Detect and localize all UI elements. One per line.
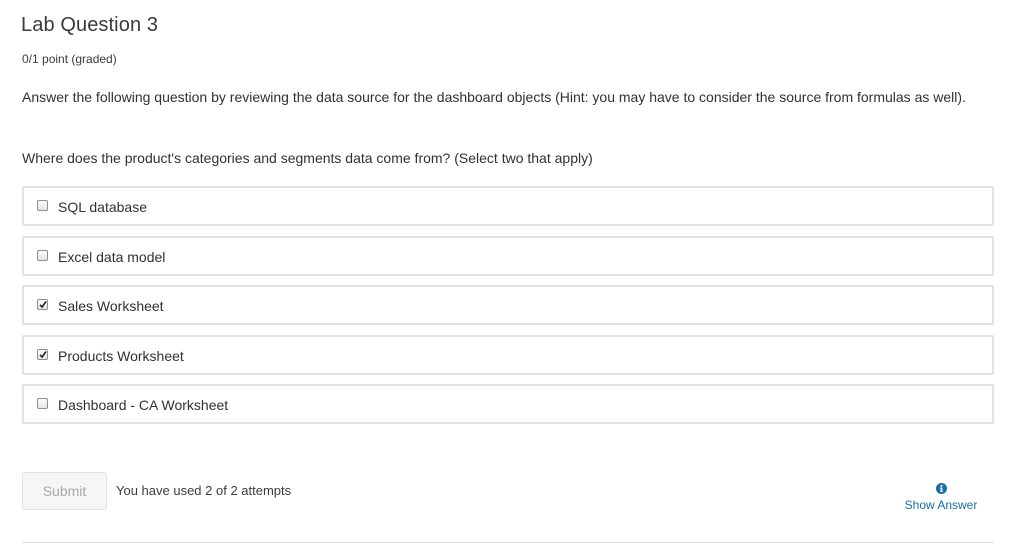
show-answer-button[interactable]: Show Answer	[896, 483, 986, 514]
choice-excel-data-model[interactable]: Excel data model	[22, 236, 994, 276]
checkbox[interactable]	[37, 349, 48, 360]
divider	[22, 542, 994, 543]
show-answer-label: Show Answer	[904, 498, 978, 512]
checkbox[interactable]	[37, 250, 48, 261]
checkmark-icon	[39, 351, 47, 359]
score-status: 0/1 point (graded)	[22, 52, 117, 66]
problem-title: Lab Question 3	[21, 14, 159, 36]
choice-label: SQL database	[58, 199, 147, 215]
choice-label: Excel data model	[58, 249, 166, 265]
choice-label: Sales Worksheet	[58, 298, 164, 314]
choice-label: Products Worksheet	[58, 348, 184, 364]
choice-sql-database[interactable]: SQL database	[22, 186, 994, 226]
attempts-status: You have used 2 of 2 attempts	[116, 483, 292, 498]
checkmark-icon	[39, 301, 47, 309]
checkbox[interactable]	[37, 398, 48, 409]
info-icon	[935, 483, 947, 494]
choice-products-worksheet[interactable]: Products Worksheet	[22, 335, 994, 375]
problem-container: Lab Question 3 0/1 point (graded) Answer…	[0, 0, 1032, 549]
problem-prompt: Answer the following question by reviewi…	[22, 89, 966, 105]
choice-dashboard-ca-worksheet[interactable]: Dashboard - CA Worksheet	[22, 384, 994, 424]
choice-sales-worksheet[interactable]: Sales Worksheet	[22, 285, 994, 325]
problem-question: Where does the product's categories and …	[22, 150, 593, 166]
submit-button[interactable]: Submit	[22, 472, 107, 510]
checkbox[interactable]	[37, 200, 48, 211]
checkbox[interactable]	[37, 299, 48, 310]
choice-label: Dashboard - CA Worksheet	[58, 397, 229, 413]
